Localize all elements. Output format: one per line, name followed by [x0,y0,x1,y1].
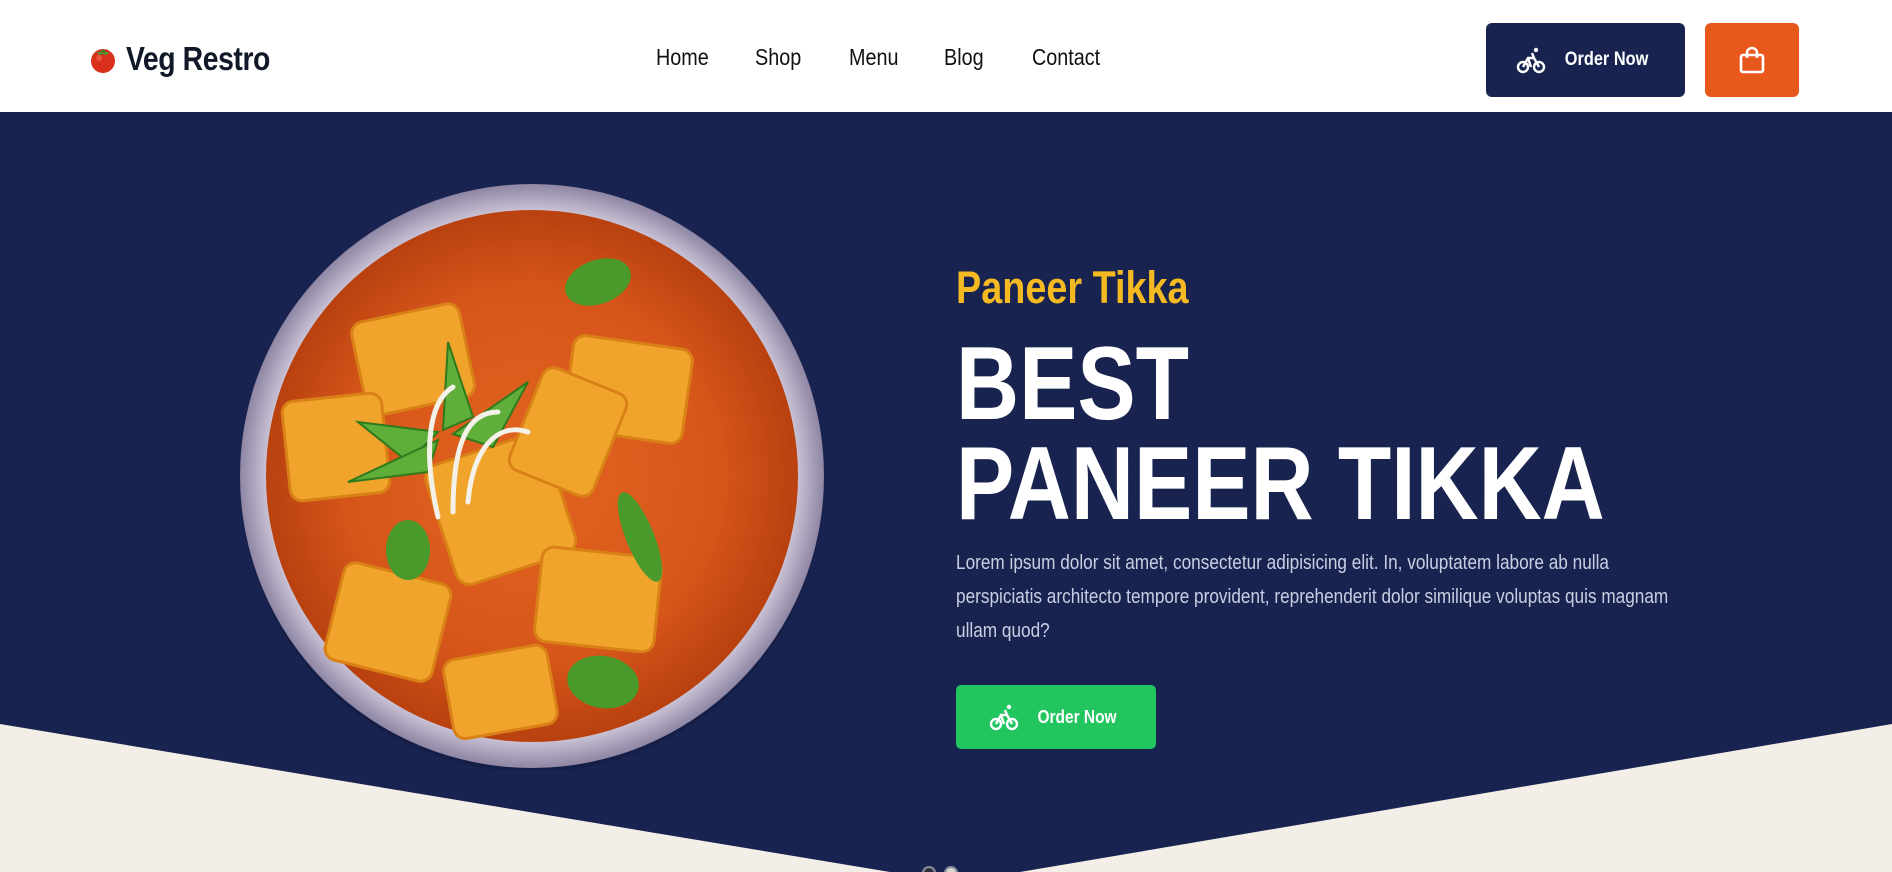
hero-subtitle: Paneer Tikka [956,262,1189,313]
hero-title-line-1: BEST [956,326,1189,442]
nav-blog[interactable]: Blog [944,44,1020,71]
order-now-label: Order Now [1564,49,1649,70]
brand-logo[interactable]: Veg Restro [88,40,293,78]
nav-shop[interactable]: Shop [755,44,836,71]
site-header: Veg Restro Home Shop Menu Blog Contact O… [0,0,1892,112]
tomato-icon [91,49,115,73]
hero-order-now-button[interactable]: Order Now [956,685,1156,749]
hero-description: Lorem ipsum dolor sit amet, consectetur … [956,552,1669,642]
brand-name: Veg Restro [126,40,270,77]
slider-dot-1[interactable] [922,866,936,872]
paneer-tikka-dish-image [240,184,824,770]
slider-pagination [922,866,958,872]
shopping-bag-icon [1739,46,1765,74]
hero-title: BEST PANEER TIKKA [956,326,1605,542]
hero-order-now-label: Order Now [1037,706,1117,727]
main-nav: Home Shop Menu Blog Contact [656,44,1111,71]
hero-section: Paneer Tikka BEST PANEER TIKKA Lorem ips… [0,112,1892,872]
nav-contact[interactable]: Contact [1032,44,1100,71]
bicycle-icon [1516,47,1546,74]
bicycle-icon [989,704,1019,731]
slider-dot-2[interactable] [944,866,958,872]
order-now-button[interactable]: Order Now [1486,23,1685,97]
hero-title-line-2: PANEER TIKKA [956,426,1605,542]
nav-menu[interactable]: Menu [849,44,931,71]
nav-home[interactable]: Home [656,44,741,71]
cart-button[interactable] [1705,23,1799,97]
